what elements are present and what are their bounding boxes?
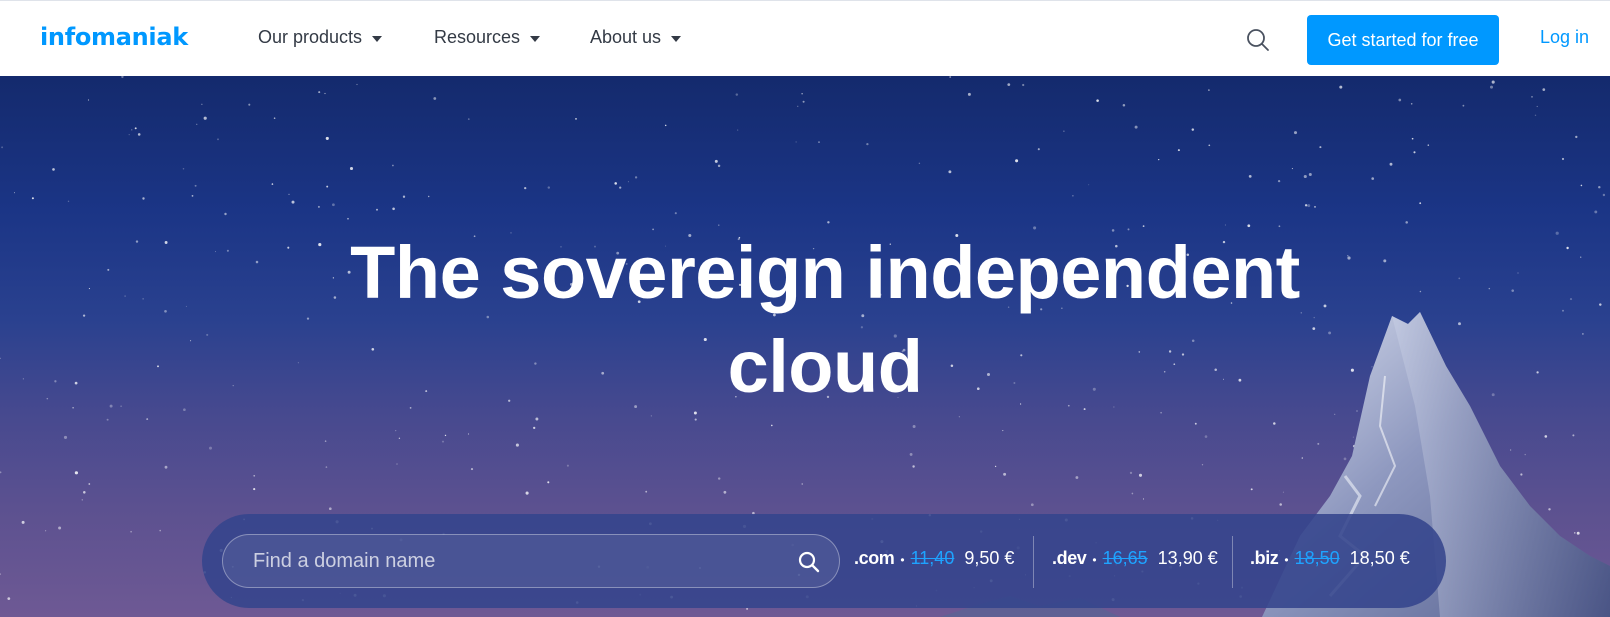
header-search-button[interactable] [1245,27,1271,53]
hero-section: The sovereign independent cloud .com • 1… [0,76,1610,617]
infomaniak-logo[interactable]: infomaniak [40,23,188,51]
hero-headline-line1: The sovereign independent [350,231,1300,314]
tld-name: .com [854,548,895,568]
tld-old-price: 16,65 [1102,548,1148,568]
tld-new-price: 9,50 € [964,548,1015,568]
tld-separator: • [1092,553,1097,567]
tld-name: .dev [1052,548,1087,568]
login-link[interactable]: Log in [1540,27,1589,48]
search-icon [1247,29,1269,51]
nav-our-products-label: Our products [258,27,363,47]
tld-old-price: 18,50 [1294,548,1340,568]
tld-old-price: 11,40 [910,548,955,568]
caret-down-icon [530,35,541,42]
nav-about-us[interactable]: About us [590,27,682,48]
nav-about-us-label: About us [590,27,662,47]
caret-down-icon [671,35,682,42]
domain-search-input[interactable] [223,535,839,587]
tld-separator: • [1284,553,1289,567]
domain-search-field [222,534,840,588]
nav-our-products[interactable]: Our products [258,27,383,48]
domain-search-submit[interactable] [797,550,821,574]
hero-headline: The sovereign independent cloud [0,226,1610,414]
tld-divider [1033,536,1034,588]
domain-search-bar: .com • 11,40 9,50 € .dev • 16,65 13,90 €… [202,514,1446,608]
search-icon [798,551,820,573]
site-header: infomaniak Our products Resources About … [0,0,1610,76]
tld-name: .biz [1250,548,1279,568]
tld-new-price: 13,90 € [1157,548,1218,568]
tld-new-price: 18,50 € [1349,548,1410,568]
caret-down-icon [372,35,383,42]
tld-price-biz[interactable]: .biz • 18,50 18,50 € [1250,548,1410,569]
tld-separator: • [900,553,905,567]
nav-resources-label: Resources [434,27,521,47]
get-started-button[interactable]: Get started for free [1307,15,1499,65]
tld-divider [1232,536,1233,588]
tld-price-dev[interactable]: .dev • 16,65 13,90 € [1052,548,1218,569]
nav-resources[interactable]: Resources [434,27,541,48]
hero-headline-line2: cloud [727,325,923,408]
tld-price-com[interactable]: .com • 11,40 9,50 € [854,548,1014,569]
